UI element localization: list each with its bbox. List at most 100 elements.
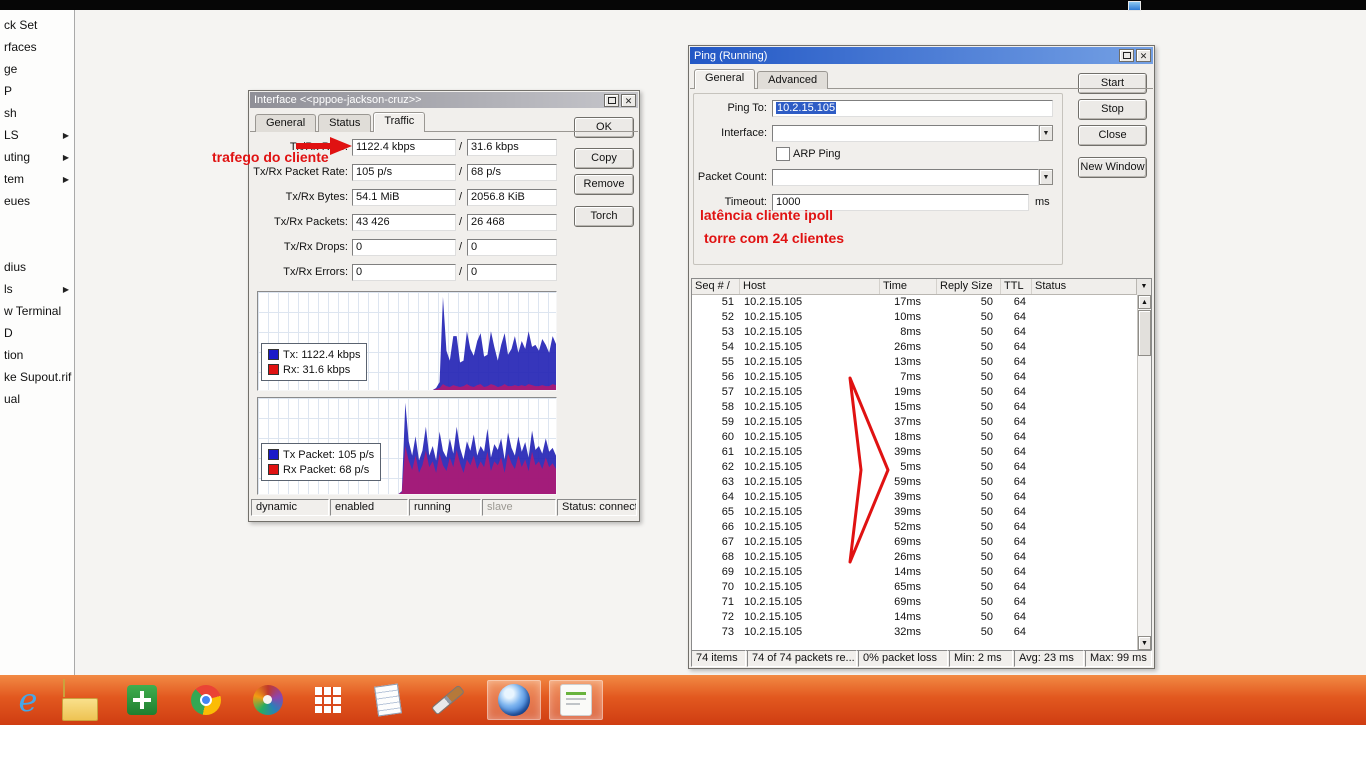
start-button[interactable]: Start	[1078, 73, 1147, 94]
interface-input[interactable]	[772, 125, 1039, 142]
packet-count-dropdown-icon[interactable]: ▼	[1039, 169, 1053, 185]
sidebar-item-d[interactable]: D	[0, 322, 74, 344]
copy-button[interactable]: Copy	[574, 148, 634, 169]
table-row[interactable]: 71 10.2.15.105 69ms 50 64	[692, 595, 1151, 610]
sidebar-item-ck-set[interactable]: ck Set	[0, 14, 74, 36]
vertical-scrollbar[interactable]: ▲ ▼	[1137, 295, 1151, 650]
table-filter-icon[interactable]: ▼	[1136, 279, 1151, 295]
tab-advanced[interactable]: Advanced	[757, 71, 829, 89]
table-row[interactable]: 59 10.2.15.105 37ms 50 64	[692, 415, 1151, 430]
torch-button[interactable]: Torch	[574, 206, 634, 227]
close-button[interactable]: ✕	[621, 93, 636, 107]
sidebar-item-tion[interactable]: tion	[0, 344, 74, 366]
sidebar-item-w-terminal[interactable]: w Terminal	[0, 300, 74, 322]
column-header-reply-size[interactable]: Reply Size	[937, 279, 1001, 294]
top-bar-icon[interactable]	[1128, 1, 1141, 11]
tab-status[interactable]: Status	[318, 114, 372, 132]
cell: 10ms	[894, 311, 921, 323]
tab-general[interactable]: General	[255, 114, 317, 132]
sidebar-item-eues[interactable]: eues	[0, 190, 74, 212]
taskbar-item-chrome[interactable]	[184, 680, 228, 720]
sidebar-item-p[interactable]: P	[0, 80, 74, 102]
interface-dropdown-icon[interactable]: ▼	[1039, 125, 1053, 141]
remove-button[interactable]: Remove	[574, 174, 634, 195]
table-header-row: Seq # / Host Time Reply Size TTL Status	[692, 279, 1151, 295]
sidebar-item-ual[interactable]: ual	[0, 388, 74, 410]
table-row[interactable]: 66 10.2.15.105 52ms 50 64	[692, 520, 1151, 535]
table-row[interactable]: 65 10.2.15.105 39ms 50 64	[692, 505, 1151, 520]
table-row[interactable]: 52 10.2.15.105 10ms 50 64	[692, 310, 1151, 325]
close-button[interactable]: Close	[1078, 125, 1147, 146]
taskbar-item-winbox[interactable]	[487, 680, 541, 720]
table-row[interactable]: 67 10.2.15.105 69ms 50 64	[692, 535, 1151, 550]
table-row[interactable]: 62 10.2.15.105 5ms 50 64	[692, 460, 1151, 475]
table-row[interactable]: 60 10.2.15.105 18ms 50 64	[692, 430, 1151, 445]
ping-to-input[interactable]: 10.2.15.105	[772, 100, 1053, 117]
new-window-button[interactable]: New Window	[1078, 157, 1147, 178]
sidebar-item-ge[interactable]: ge	[0, 58, 74, 80]
table-row[interactable]: 72 10.2.15.105 14ms 50 64	[692, 610, 1151, 625]
column-header-ttl[interactable]: TTL	[1001, 279, 1032, 294]
taskbar-item-notepad[interactable]	[366, 680, 410, 720]
stop-button[interactable]: Stop	[1078, 99, 1147, 120]
taskbar-item-ie[interactable]: e	[6, 680, 50, 720]
ping-window-titlebar[interactable]: Ping (Running) ✕	[690, 47, 1153, 64]
table-row[interactable]: 51 10.2.15.105 17ms 50 64	[692, 295, 1151, 310]
tab-traffic[interactable]: Traffic	[373, 112, 426, 132]
table-row[interactable]: 58 10.2.15.105 15ms 50 64	[692, 400, 1151, 415]
ok-button[interactable]: OK	[574, 117, 634, 138]
status-cell: Max: 99 ms	[1085, 650, 1152, 667]
column-header-host[interactable]: Host	[740, 279, 880, 294]
table-row[interactable]: 68 10.2.15.105 26ms 50 64	[692, 550, 1151, 565]
table-row[interactable]: 55 10.2.15.105 13ms 50 64	[692, 355, 1151, 370]
status-cell: dynamic	[251, 499, 329, 516]
taskbar-item-notes-app[interactable]	[549, 680, 603, 720]
cell	[1032, 505, 1137, 520]
taskbar-item-palette-app[interactable]	[246, 680, 290, 720]
cell: 26ms	[894, 551, 921, 563]
arp-ping-checkbox[interactable]	[776, 147, 790, 161]
cell: 64	[1013, 596, 1026, 608]
taskbar-item-paintbrush[interactable]	[424, 680, 472, 720]
sidebar-item-ke-supout-rif[interactable]: ke Supout.rif	[0, 366, 74, 388]
table-row[interactable]: 57 10.2.15.105 19ms 50 64	[692, 385, 1151, 400]
column-header-seq[interactable]: Seq # /	[692, 279, 740, 294]
interface-window-titlebar[interactable]: Interface <<pppoe-jackson-cruz>> ✕	[250, 92, 638, 108]
status-cell: enabled	[330, 499, 408, 516]
column-header-status[interactable]: Status	[1032, 279, 1137, 294]
cell: 14ms	[894, 566, 921, 578]
close-button[interactable]: ✕	[1136, 49, 1151, 62]
table-row[interactable]: 54 10.2.15.105 26ms 50 64	[692, 340, 1151, 355]
status-cell: slave	[482, 499, 556, 516]
table-row[interactable]: 64 10.2.15.105 39ms 50 64	[692, 490, 1151, 505]
legend-label: Tx: 1122.4 kbps	[283, 348, 361, 361]
sidebar-item-sh[interactable]: sh	[0, 102, 74, 124]
scroll-down-icon[interactable]: ▼	[1138, 636, 1151, 650]
sidebar-item-ls[interactable]: LS ▶	[0, 124, 74, 146]
table-row[interactable]: 63 10.2.15.105 59ms 50 64	[692, 475, 1151, 490]
taskbar-item-explorer[interactable]	[58, 678, 102, 721]
legend-entry: Tx: 1122.4 kbps	[268, 347, 360, 362]
cell: 50	[980, 491, 993, 503]
scroll-up-icon[interactable]: ▲	[1138, 295, 1151, 309]
restore-button[interactable]	[1119, 49, 1134, 62]
taskbar-item-app-grid[interactable]	[306, 680, 350, 720]
scrollbar-thumb[interactable]	[1138, 310, 1151, 356]
table-row[interactable]: 69 10.2.15.105 14ms 50 64	[692, 565, 1151, 580]
table-row[interactable]: 56 10.2.15.105 7ms 50 64	[692, 370, 1151, 385]
sidebar-item-ls[interactable]: ls ▶	[0, 278, 74, 300]
table-row[interactable]: 61 10.2.15.105 39ms 50 64	[692, 445, 1151, 460]
table-row[interactable]: 70 10.2.15.105 65ms 50 64	[692, 580, 1151, 595]
table-row[interactable]: 53 10.2.15.105 8ms 50 64	[692, 325, 1151, 340]
restore-button[interactable]	[604, 93, 619, 107]
taskbar-item-green-app[interactable]	[120, 680, 164, 720]
sidebar-item-rfaces[interactable]: rfaces	[0, 36, 74, 58]
sidebar-item-tem[interactable]: tem ▶	[0, 168, 74, 190]
taskbar: e	[0, 675, 1366, 725]
packet-count-input[interactable]	[772, 169, 1039, 186]
column-header-time[interactable]: Time	[880, 279, 937, 294]
sidebar-item-dius[interactable]: dius	[0, 256, 74, 278]
sidebar-item-uting[interactable]: uting ▶	[0, 146, 74, 168]
table-row[interactable]: 73 10.2.15.105 32ms 50 64	[692, 625, 1151, 640]
tab-general[interactable]: General	[694, 69, 756, 89]
